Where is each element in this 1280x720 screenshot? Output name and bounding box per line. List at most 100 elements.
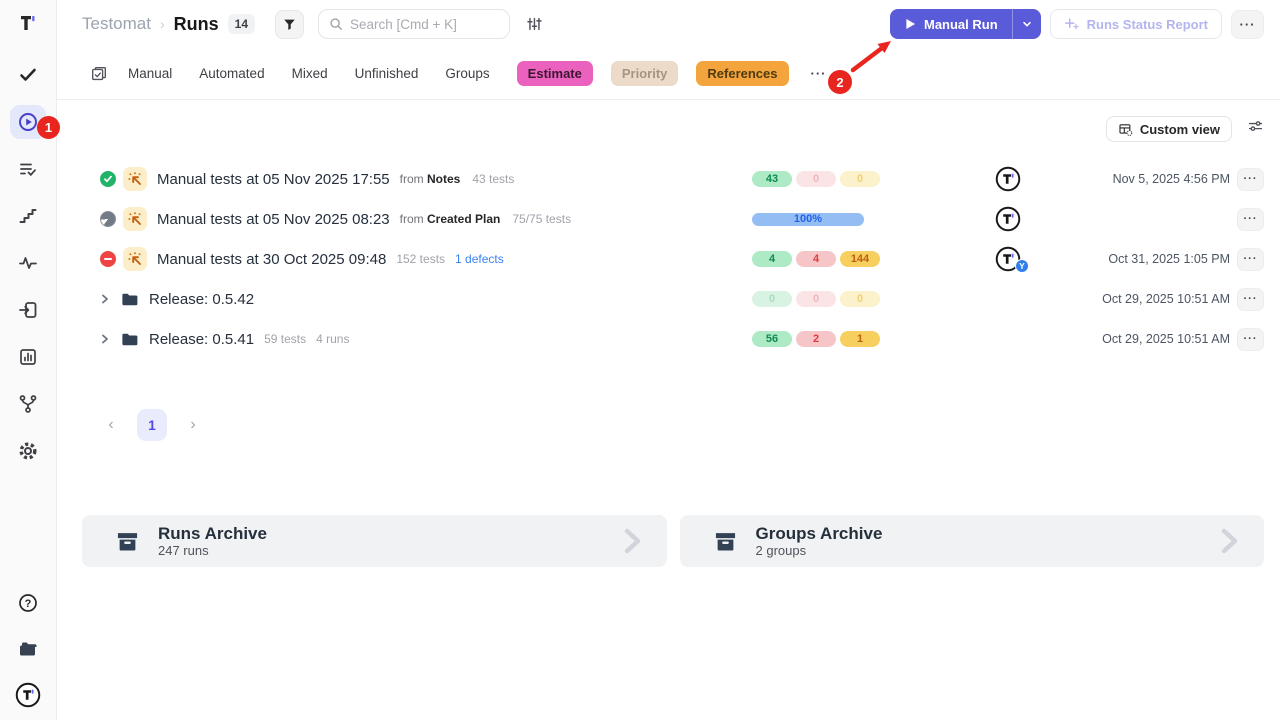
tag-pill-references[interactable]: References xyxy=(696,61,788,86)
run-meta-text: 4 runs xyxy=(316,332,349,346)
archive-title: Runs Archive xyxy=(158,524,267,543)
filter-button[interactable] xyxy=(275,10,304,39)
archive-subtitle: 247 runs xyxy=(158,543,267,559)
run-date: Oct 29, 2025 10:51 AM xyxy=(1102,292,1230,306)
sidebar-item-avatar-logo-icon[interactable] xyxy=(10,678,46,712)
stat-pill-green: 4 xyxy=(752,251,792,267)
runs-count-badge: 14 xyxy=(228,14,255,34)
run-status-icon xyxy=(100,251,116,267)
tag-pill-priority[interactable]: Priority xyxy=(611,61,679,86)
stat-pill-yellow: 144 xyxy=(840,251,880,267)
manual-run-type-icon xyxy=(123,247,147,271)
sidebar-item-check-icon[interactable] xyxy=(10,58,46,92)
manual-run-main[interactable]: Manual Run xyxy=(890,17,1012,32)
manual-run-dropdown[interactable] xyxy=(1012,9,1041,39)
sidebar-item-list-check-icon[interactable] xyxy=(10,152,46,186)
run-row[interactable]: Release: 0.5.42 000 Oct 29, 2025 10:51 A… xyxy=(82,279,1264,319)
search-input[interactable] xyxy=(350,17,490,32)
manual-run-type-icon xyxy=(123,167,147,191)
expand-chevron-icon[interactable] xyxy=(98,333,112,345)
tag-pill-estimate[interactable]: Estimate xyxy=(517,61,593,86)
run-title[interactable]: Manual tests at 05 Nov 2025 08:23 xyxy=(157,211,390,228)
stat-pill-green: 0 xyxy=(752,291,792,307)
search-box[interactable] xyxy=(318,9,510,39)
run-title[interactable]: Manual tests at 30 Oct 2025 09:48 xyxy=(157,251,386,268)
run-title[interactable]: Release: 0.5.41 xyxy=(149,331,254,348)
custom-view-label: Custom view xyxy=(1140,122,1220,137)
stat-pill-red: 4 xyxy=(796,251,836,267)
stat-pill-yellow: 0 xyxy=(840,171,880,187)
stat-pill-green: 56 xyxy=(752,331,792,347)
tab-mixed[interactable]: Mixed xyxy=(292,66,328,81)
sidebar-item-folder-nav-icon[interactable] xyxy=(10,632,46,666)
page-number-button[interactable]: 1 xyxy=(137,409,167,441)
table-gear-icon xyxy=(1118,122,1133,137)
run-row[interactable]: Release: 0.5.41 59 tests4 runs 5621 Oct … xyxy=(82,319,1264,359)
saved-filters-icon[interactable] xyxy=(90,65,108,83)
archive-card[interactable]: Runs Archive 247 runs xyxy=(82,515,667,567)
header-more-button[interactable]: ··· xyxy=(1231,10,1264,39)
tab-automated[interactable]: Automated xyxy=(199,66,264,81)
view-settings-icon[interactable] xyxy=(1247,118,1264,140)
sidebar-item-branch-icon[interactable] xyxy=(10,387,46,421)
runs-list: Manual tests at 05 Nov 2025 17:55 from N… xyxy=(82,159,1264,359)
stat-pill-red: 2 xyxy=(796,331,836,347)
app-logo-icon[interactable] xyxy=(15,10,41,36)
run-status-icon xyxy=(100,171,116,187)
sidebar-item-bar-chart-icon[interactable] xyxy=(10,340,46,374)
run-meta: 43 tests xyxy=(472,172,524,186)
chevron-right-icon xyxy=(1216,526,1242,556)
row-menu-button[interactable]: ··· xyxy=(1237,328,1264,351)
tabs-more-button[interactable]: ··· xyxy=(811,66,827,81)
sidebar: ? xyxy=(0,0,57,720)
breadcrumb-page-title: Runs xyxy=(174,14,219,35)
run-title[interactable]: Manual tests at 05 Nov 2025 17:55 xyxy=(157,171,390,188)
run-stats: 100% xyxy=(752,213,864,226)
stat-pill-red: 0 xyxy=(796,291,836,307)
search-settings-icon[interactable] xyxy=(525,15,543,33)
sidebar-item-help-icon[interactable]: ? xyxy=(10,586,46,620)
run-row[interactable]: Manual tests at 05 Nov 2025 08:23 from C… xyxy=(82,199,1264,239)
run-row[interactable]: Manual tests at 05 Nov 2025 17:55 from N… xyxy=(82,159,1264,199)
annotation-step-1-badge: 1 xyxy=(37,116,60,139)
manual-run-type-icon xyxy=(123,207,147,231)
run-stats: 000 xyxy=(752,291,880,307)
folder-icon xyxy=(120,330,139,349)
chevron-down-icon xyxy=(1021,18,1033,30)
sidebar-item-activity-icon[interactable] xyxy=(10,246,46,280)
avatar xyxy=(995,166,1021,192)
pagination: ‹ 1 › xyxy=(82,409,1264,441)
archive-box-icon xyxy=(712,528,739,555)
row-menu-button[interactable]: ··· xyxy=(1237,288,1264,311)
manual-run-button[interactable]: Manual Run xyxy=(890,9,1041,39)
run-row[interactable]: Manual tests at 30 Oct 2025 09:48 152 te… xyxy=(82,239,1264,279)
sidebar-item-import-icon[interactable] xyxy=(10,293,46,327)
run-meta-text: 43 tests xyxy=(472,172,514,186)
funnel-icon xyxy=(282,17,297,32)
archive-subtitle: 2 groups xyxy=(756,543,883,559)
row-menu-button[interactable]: ··· xyxy=(1237,248,1264,271)
expand-chevron-icon[interactable] xyxy=(98,293,112,305)
sidebar-item-gear-icon[interactable] xyxy=(10,434,46,468)
tab-manual[interactable]: Manual xyxy=(128,66,172,81)
sidebar-item-steps-icon[interactable] xyxy=(10,199,46,233)
filter-tab-bar: Manual Automated Mixed Unfinished Groups Est… xyxy=(57,48,1280,100)
row-menu-button[interactable]: ··· xyxy=(1237,168,1264,191)
defects-link[interactable]: 1 defects xyxy=(455,252,504,266)
row-menu-button[interactable]: ··· xyxy=(1237,208,1264,231)
page-next-button[interactable]: › xyxy=(181,413,205,437)
tab-groups[interactable]: Groups xyxy=(445,66,489,81)
breadcrumb-project[interactable]: Testomat xyxy=(82,14,151,34)
archive-box-icon xyxy=(114,528,141,555)
sparkles-icon xyxy=(1064,16,1080,32)
run-stats: 44144 xyxy=(752,251,880,267)
runs-status-report-button[interactable]: Runs Status Report xyxy=(1050,9,1222,39)
archive-card[interactable]: Groups Archive 2 groups xyxy=(680,515,1265,567)
progress-bar: 100% xyxy=(752,213,864,226)
tab-unfinished[interactable]: Unfinished xyxy=(355,66,419,81)
page-prev-button[interactable]: ‹ xyxy=(99,413,123,437)
run-meta-text: 75/75 tests xyxy=(512,212,571,226)
custom-view-button[interactable]: Custom view xyxy=(1106,116,1232,142)
run-title[interactable]: Release: 0.5.42 xyxy=(149,291,254,308)
run-meta: 152 tests xyxy=(396,252,455,266)
